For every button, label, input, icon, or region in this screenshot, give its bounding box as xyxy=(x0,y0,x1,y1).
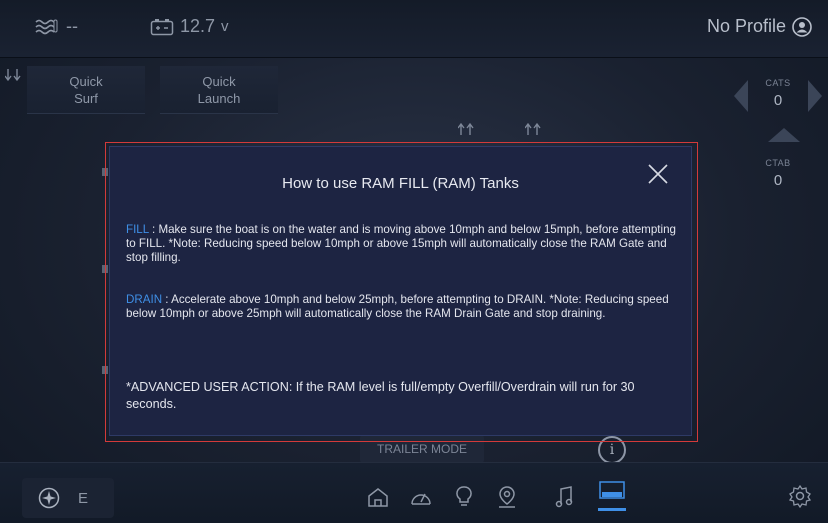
compass-widget[interactable]: E xyxy=(22,478,114,518)
drain-text: : Accelerate above 10mph and below 25mph… xyxy=(126,293,669,320)
close-icon[interactable] xyxy=(647,163,669,185)
ram-tanks-help-dialog: How to use RAM FILL (RAM) Tanks FILL : M… xyxy=(109,146,692,436)
ctab-panel: CTAB 0 xyxy=(748,158,808,189)
location-icon[interactable] xyxy=(494,484,520,510)
dialog-title: How to use RAM FILL (RAM) Tanks xyxy=(282,175,519,192)
compass-heading: E xyxy=(78,489,89,507)
ballast-icon[interactable] xyxy=(596,478,628,512)
ctab-label: CTAB xyxy=(765,158,791,168)
status-bar xyxy=(0,0,828,58)
advanced-note: *ADVANCED USER ACTION: If the RAM level … xyxy=(126,380,635,411)
cats-label: CATS xyxy=(765,78,791,88)
cats-decrease-button[interactable] xyxy=(734,80,748,112)
ctab-value: 0 xyxy=(773,172,783,189)
water-temp-icon xyxy=(35,19,58,34)
compass-icon xyxy=(38,487,60,509)
music-icon[interactable] xyxy=(551,484,577,510)
fill-arrows-icon[interactable] xyxy=(524,122,545,139)
gauge-icon[interactable] xyxy=(408,484,434,510)
fill-arrows-icon[interactable] xyxy=(457,122,478,139)
light-bulb-icon[interactable] xyxy=(451,484,477,510)
gear-icon[interactable] xyxy=(788,484,812,509)
profile-label: No Profile xyxy=(706,16,786,36)
fill-instructions: FILL : Make sure the boat is on the wate… xyxy=(126,223,686,265)
battery-icon xyxy=(150,18,174,35)
fill-keyword: FILL xyxy=(126,223,149,236)
water-temp-value: -- xyxy=(66,16,78,36)
cats-value: 0 xyxy=(773,92,783,109)
boat-dashboard-screen: -- 12.7 v No Profile Quick Surf Quick La… xyxy=(0,0,828,523)
drain-instructions: DRAIN : Accelerate above 10mph and below… xyxy=(126,293,686,321)
battery-voltage: 12.7 xyxy=(180,16,216,36)
battery-unit: v xyxy=(221,18,229,35)
profile-selector[interactable]: No Profile xyxy=(707,16,812,37)
quick-launch-button[interactable]: Quick Launch xyxy=(160,66,278,114)
water-temp-status: -- xyxy=(34,16,78,37)
profile-icon xyxy=(792,16,812,37)
fill-text: : Make sure the boat is on the water and… xyxy=(126,223,676,264)
drain-arrows-icon[interactable] xyxy=(0,60,30,90)
quick-surf-button[interactable]: Quick Surf xyxy=(27,66,145,114)
battery-status: 12.7 v xyxy=(150,16,229,37)
drain-keyword: DRAIN xyxy=(126,293,163,306)
cats-panel: CATS 0 xyxy=(748,78,808,109)
home-icon[interactable] xyxy=(365,484,391,510)
cats-increase-button[interactable] xyxy=(808,80,822,112)
ctab-up-button[interactable] xyxy=(768,128,800,142)
